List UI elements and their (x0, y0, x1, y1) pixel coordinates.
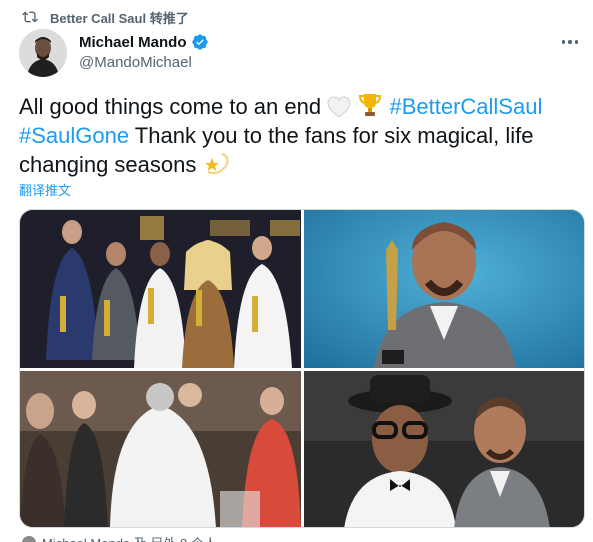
retweet-icon (22, 11, 38, 23)
photo-4[interactable] (304, 371, 584, 527)
author-handle[interactable]: @MandoMichael (79, 54, 209, 71)
tweet-text: All good things come to an end #BetterCa… (19, 92, 584, 179)
avatar[interactable] (19, 29, 67, 77)
hashtag-bettercallsaul[interactable]: #BetterCallSaul (389, 94, 542, 119)
liked-by-text: Michael Mando 及 另外 8 个人 (42, 533, 217, 542)
white-heart-emoji (327, 96, 351, 118)
photo-2[interactable] (304, 210, 584, 368)
retweet-label: Better Call Saul 转推了 (50, 10, 189, 26)
photo-1[interactable] (20, 210, 301, 368)
photo-3[interactable] (20, 371, 301, 527)
hashtag-saulgone[interactable]: #SaulGone (19, 123, 129, 148)
author-info: Michael Mando @MandoMichael (79, 33, 209, 71)
more-icon[interactable] (559, 33, 581, 51)
author-name[interactable]: Michael Mando (79, 34, 187, 51)
media-grid (19, 209, 585, 528)
translate-tweet-link[interactable]: 翻译推文 (19, 180, 71, 199)
mini-avatar (22, 535, 36, 542)
trophy-emoji (359, 94, 382, 116)
verified-badge-icon (191, 34, 208, 50)
tweet-text-part1: All good things come to an end (19, 94, 328, 119)
retweet-header[interactable]: Better Call Saul 转推了 (22, 7, 189, 27)
dizzy-star-emoji (205, 153, 229, 174)
liked-by-footer[interactable]: Michael Mando 及 另外 8 个人 (22, 533, 217, 542)
